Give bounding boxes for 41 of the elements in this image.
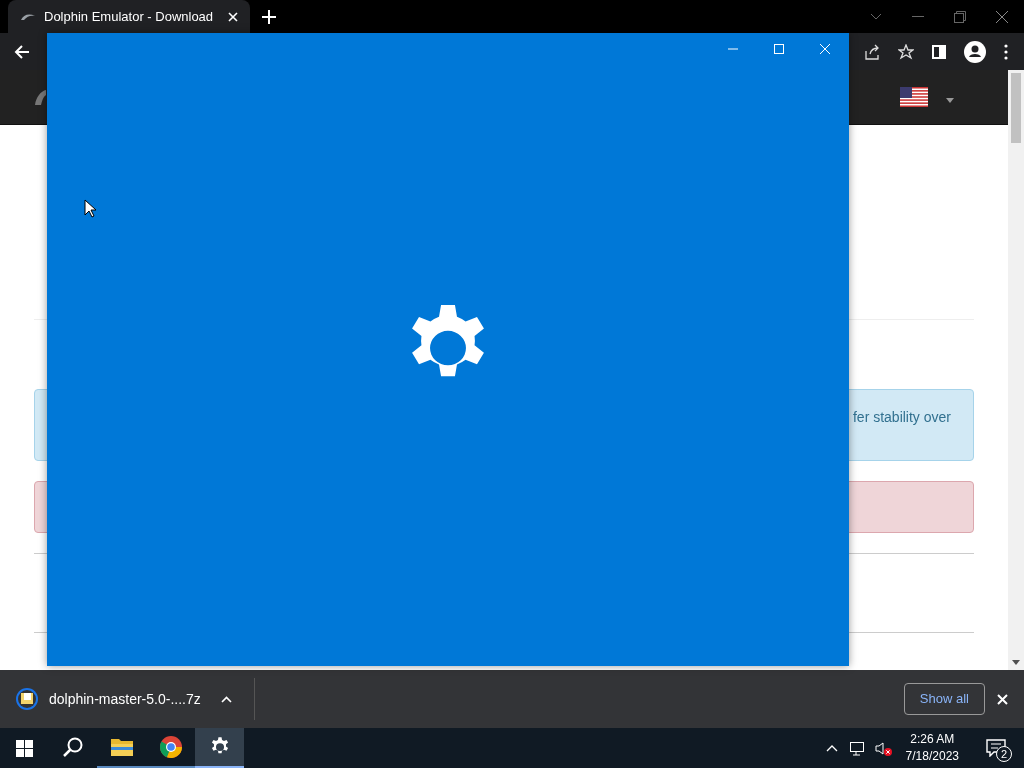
download-item[interactable]: dolphin-master-5.0-....7z: [15, 678, 255, 720]
share-icon[interactable]: [864, 43, 880, 60]
search-icon: [61, 736, 84, 758]
chevron-up-icon[interactable]: [825, 744, 838, 752]
chevron-down-icon[interactable]: [870, 13, 882, 21]
new-tab-icon[interactable]: [262, 10, 276, 24]
profile-icon[interactable]: [964, 40, 986, 63]
clock[interactable]: 2:26 AM 7/18/2023: [902, 731, 962, 765]
minimize-icon[interactable]: [912, 16, 924, 18]
folder-icon: [109, 737, 134, 757]
browser-tab[interactable]: Dolphin Emulator - Download: [8, 0, 250, 33]
download-filename: dolphin-master-5.0-....7z: [49, 689, 201, 709]
time-text: 2:26 AM: [910, 731, 955, 748]
side-panel-icon[interactable]: [932, 44, 946, 59]
notification-icon: [986, 739, 1006, 757]
chrome-icon: [158, 735, 183, 759]
menu-icon[interactable]: [1004, 43, 1008, 60]
scroll-down-icon[interactable]: [1012, 660, 1020, 665]
maximize-icon[interactable]: [773, 43, 785, 55]
close-icon[interactable]: [996, 11, 1008, 23]
star-icon[interactable]: [898, 43, 914, 60]
muted-speaker-icon[interactable]: [874, 740, 893, 756]
date-text: 7/18/2023: [905, 748, 959, 765]
tab-title: Dolphin Emulator - Download: [44, 7, 215, 26]
scrollbar-thumb[interactable]: [1011, 73, 1021, 143]
show-all-button[interactable]: Show all: [903, 683, 985, 715]
network-icon[interactable]: [847, 740, 865, 756]
chevron-up-icon[interactable]: [220, 695, 232, 703]
back-arrow-icon[interactable]: [14, 43, 30, 60]
cursor-icon: [84, 199, 96, 218]
alert-text: fer stability over: [852, 408, 951, 427]
scrollbar[interactable]: [1008, 70, 1024, 670]
taskbar-app[interactable]: [195, 728, 244, 768]
notification-count: 2: [996, 746, 1012, 762]
notification-button[interactable]: 2: [976, 728, 1016, 768]
dolphin-logo-icon[interactable]: [34, 89, 46, 105]
restore-icon[interactable]: [954, 11, 966, 23]
flag-icon[interactable]: [900, 87, 928, 107]
caret-icon[interactable]: [946, 97, 954, 103]
archive-icon: [15, 687, 39, 711]
windows-icon: [15, 739, 33, 757]
